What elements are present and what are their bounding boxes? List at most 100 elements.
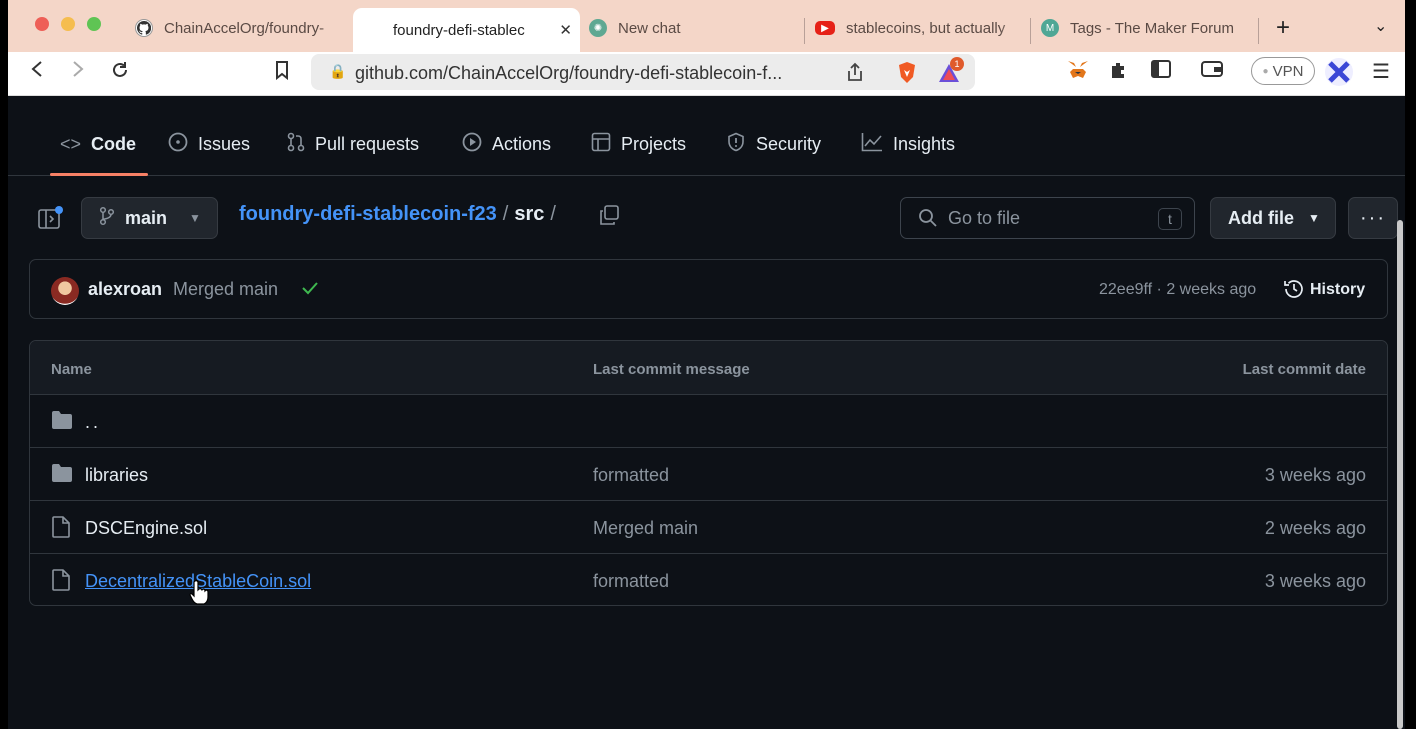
more-options-button[interactable]: ···: [1348, 197, 1398, 239]
browser-tab[interactable]: ▶ stablecoins, but actually: [815, 9, 1025, 47]
active-tab-underline: [50, 173, 148, 176]
wallet-icon[interactable]: [1201, 60, 1223, 85]
tab-code-label: Code: [91, 133, 137, 154]
commit-message-link[interactable]: formatted: [593, 571, 669, 592]
tab-insights[interactable]: Insights: [861, 126, 955, 162]
close-window-button[interactable]: [35, 17, 49, 31]
tab-pull-requests-label: Pull requests: [315, 133, 420, 154]
close-tab-icon[interactable]: ✕: [559, 21, 572, 39]
commit-message-link[interactable]: Merged main: [593, 518, 698, 539]
vpn-label: VPN: [1272, 62, 1304, 80]
tab-security-label: Security: [756, 133, 822, 154]
menu-icon[interactable]: ☰: [1372, 60, 1390, 84]
reload-icon[interactable]: [110, 60, 130, 87]
table-icon: [591, 132, 611, 157]
keyboard-shortcut-hint: t: [1158, 208, 1182, 230]
metamask-icon[interactable]: [1067, 60, 1089, 87]
tab-projects-label: Projects: [621, 133, 687, 154]
tab-bar: ChainAccelOrg/foundry- foundry-defi-stab…: [8, 0, 1405, 52]
tab-insights-label: Insights: [893, 133, 956, 154]
history-link[interactable]: History: [1310, 281, 1365, 299]
commit-date: 3 weeks ago: [1264, 571, 1366, 591]
latest-commit-box: alexroan Merged main 22ee9ff · 2 weeks a…: [29, 259, 1388, 319]
sidebar-icon[interactable]: [1151, 60, 1171, 85]
window-controls: [35, 17, 101, 31]
maximize-window-button[interactable]: [87, 17, 101, 31]
go-to-file-placeholder: Go to file: [948, 208, 1021, 228]
tab-actions[interactable]: Actions: [462, 126, 551, 162]
commit-message-link[interactable]: formatted: [593, 465, 669, 486]
tab-issues-label: Issues: [198, 133, 251, 154]
lock-icon: 🔒: [329, 63, 347, 79]
breadcrumb-current-folder: src: [514, 203, 545, 225]
vpn-button[interactable]: ● VPN: [1251, 57, 1315, 85]
breadcrumb: foundry-defi-stablecoin-f23 / src /: [239, 203, 556, 226]
extensions-icon[interactable]: [1109, 60, 1129, 87]
column-header-name: Name: [51, 361, 92, 378]
folder-icon: [51, 463, 73, 488]
browser-tab[interactable]: M Tags - The Maker Forum: [1041, 9, 1256, 47]
chevron-down-icon[interactable]: ⌄: [1374, 16, 1387, 36]
maker-icon: M: [1041, 19, 1059, 37]
expand-file-tree-icon[interactable]: [38, 206, 64, 235]
table-row[interactable]: DSCEngine.sol Merged main 2 weeks ago: [30, 501, 1387, 554]
bookmark-icon[interactable]: [274, 60, 290, 87]
tab-projects[interactable]: Projects: [591, 126, 686, 162]
avatar[interactable]: [51, 277, 79, 305]
github-icon: [135, 19, 153, 37]
kebab-horizontal-icon: ···: [1360, 206, 1386, 229]
table-row-parent[interactable]: ..: [30, 395, 1387, 448]
breadcrumb-separator: /: [502, 203, 509, 225]
browser-window: ChainAccelOrg/foundry- foundry-defi-stab…: [8, 0, 1405, 729]
column-header-date: Last commit date: [1242, 361, 1366, 378]
minimize-window-button[interactable]: [61, 17, 75, 31]
branch-selector[interactable]: main ▼: [81, 197, 218, 239]
scrollbar[interactable]: [1397, 220, 1403, 729]
file-name-link[interactable]: DSCEngine.sol: [85, 518, 207, 539]
tab-pull-requests[interactable]: Pull requests: [287, 126, 419, 162]
tab-label: Tags - The Maker Forum: [1070, 19, 1234, 37]
file-name-link[interactable]: libraries: [85, 465, 148, 486]
history-icon[interactable]: [1283, 278, 1305, 305]
brave-shield-icon[interactable]: [896, 61, 918, 90]
chatgpt-icon: ✺: [589, 19, 607, 37]
address-bar[interactable]: 🔒 github.com/ChainAccelOrg/foundry-defi-…: [311, 54, 975, 90]
parent-dir-link[interactable]: ..: [85, 412, 101, 433]
browser-toolbar: 🔒 github.com/ChainAccelOrg/foundry-defi-…: [8, 52, 1405, 96]
table-header: Name Last commit message Last commit dat…: [30, 341, 1387, 395]
graph-icon: [861, 132, 883, 157]
table-row[interactable]: DecentralizedStableCoin.sol formatted 3 …: [30, 554, 1387, 605]
share-icon[interactable]: [847, 62, 863, 87]
commit-author[interactable]: alexroan: [88, 279, 162, 300]
profile-icon[interactable]: [1324, 57, 1354, 94]
hand-cursor-icon: [189, 579, 209, 610]
browser-tab-active[interactable]: foundry-defi-stablec ✕: [353, 8, 580, 52]
commit-date: 3 weeks ago: [1264, 465, 1366, 485]
go-to-file-input[interactable]: Go to file t: [900, 197, 1195, 239]
issue-icon: [168, 132, 188, 157]
folder-icon: [51, 410, 73, 435]
pull-request-icon: [287, 132, 305, 157]
back-icon[interactable]: [29, 60, 45, 85]
play-icon: [462, 132, 482, 157]
copy-path-icon[interactable]: [598, 204, 620, 231]
file-table: Name Last commit message Last commit dat…: [29, 340, 1388, 606]
commit-meta[interactable]: 22ee9ff · 2 weeks ago: [1099, 281, 1256, 299]
browser-tab[interactable]: ✺ New chat: [589, 9, 804, 47]
vpn-status-dot-icon: ●: [1262, 65, 1269, 77]
commit-message[interactable]: Merged main: [173, 279, 278, 300]
tab-issues[interactable]: Issues: [168, 126, 250, 162]
breadcrumb-separator: /: [550, 203, 556, 225]
tab-label: ChainAccelOrg/foundry-: [164, 19, 325, 37]
forward-icon[interactable]: [70, 60, 86, 85]
new-tab-icon[interactable]: +: [1276, 14, 1290, 42]
table-row[interactable]: libraries formatted 3 weeks ago: [30, 448, 1387, 501]
add-file-button[interactable]: Add file ▼: [1210, 197, 1336, 239]
breadcrumb-repo-link[interactable]: foundry-defi-stablecoin-f23: [239, 203, 497, 226]
browser-tab[interactable]: ChainAccelOrg/foundry-: [135, 9, 345, 47]
tab-actions-label: Actions: [492, 133, 552, 154]
tab-code[interactable]: <> Code: [60, 126, 136, 162]
tab-security[interactable]: Security: [726, 126, 821, 162]
check-icon[interactable]: [301, 279, 319, 302]
tab-label: New chat: [618, 19, 681, 37]
